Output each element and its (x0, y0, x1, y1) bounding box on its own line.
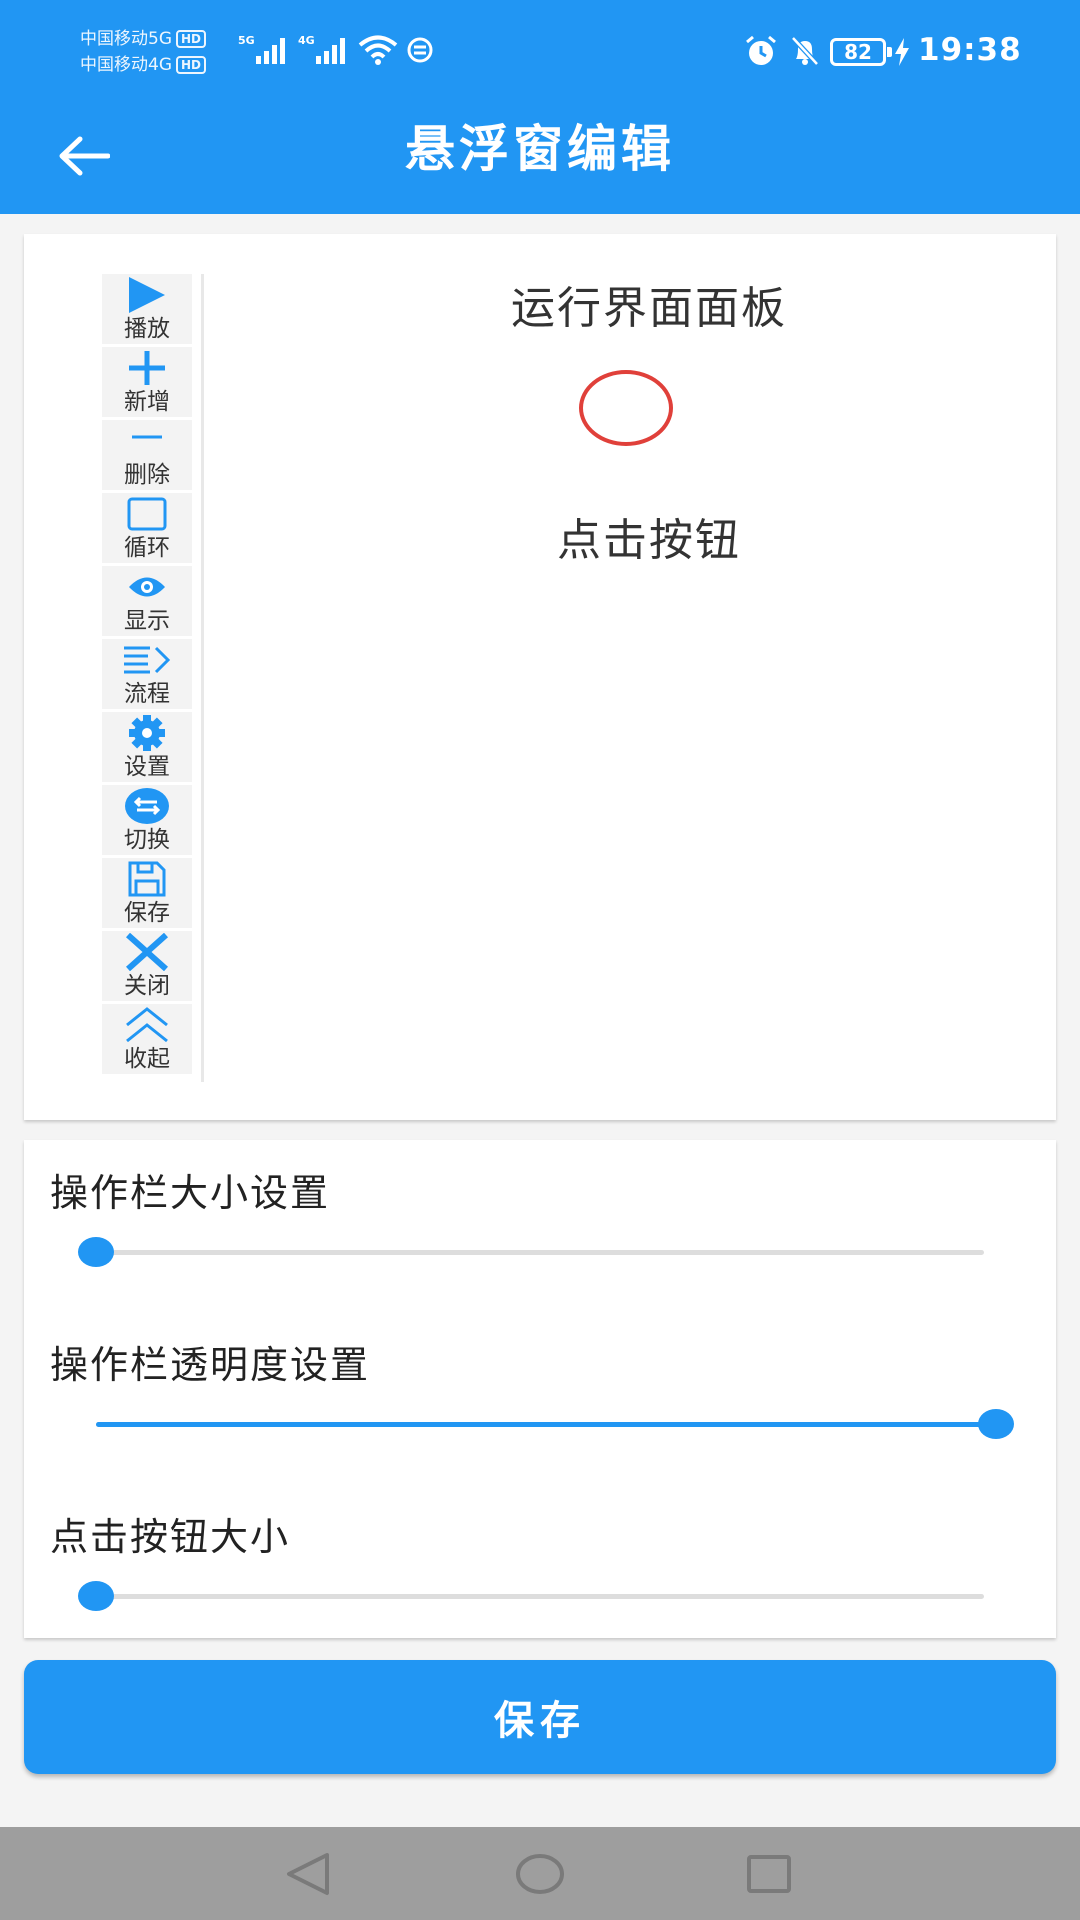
eye-icon (129, 577, 165, 597)
nav-back-button[interactable] (268, 1841, 348, 1907)
wifi-icon (358, 35, 398, 65)
circle-home-icon (516, 1854, 564, 1894)
carrier-info: 中国移动5G HD 中国移动4G HD (80, 26, 207, 78)
page-title: 悬浮窗编辑 (405, 120, 675, 178)
hd-badge-1: HD (176, 30, 207, 48)
floppy-icon (128, 861, 166, 897)
settings-card: 操作栏大小设置 操作栏透明度设置 点击按钮大小 (24, 1140, 1056, 1638)
toolbar-loop-button[interactable]: 循环 (102, 493, 192, 563)
toolbar-settings-button[interactable]: 设置 (102, 712, 192, 782)
system-nav-bar (0, 1827, 1080, 1920)
swap-icon (125, 788, 169, 824)
play-icon (129, 277, 165, 313)
hd-badge-2: HD (176, 56, 207, 74)
slider-track (96, 1594, 984, 1599)
toolbar-show-button[interactable]: 显示 (102, 566, 192, 636)
save-button[interactable]: 保存 (24, 1660, 1056, 1774)
arrow-left-icon (59, 136, 110, 176)
toolbar-add-button[interactable]: 新增 (102, 347, 192, 417)
chevron-double-up-icon (126, 1007, 168, 1043)
toolbar-flow-button[interactable]: 流程 (102, 639, 192, 709)
slider-thumb[interactable] (978, 1409, 1014, 1439)
toolbar-close-button[interactable]: 关闭 (102, 931, 192, 1001)
toolbar-play-button[interactable]: 播放 (102, 274, 192, 344)
app-bar: 悬浮窗编辑 (0, 100, 1080, 214)
nav-recents-button[interactable] (729, 1841, 809, 1907)
panel-title: 运行界面面板 (511, 283, 787, 334)
toolbar-size-label: 操作栏大小设置 (50, 1171, 331, 1215)
toolbar-opacity-label: 操作栏透明度设置 (50, 1343, 371, 1387)
floating-toolbar: 播放 新增 删除 循环 显示 流程 设置 切换 保存 关闭 收起 (78, 274, 204, 1082)
click-button-label: 点击按钮 (557, 515, 741, 566)
toolbar-size-slider[interactable] (78, 1232, 1008, 1272)
click-button-size-label: 点击按钮大小 (50, 1515, 291, 1559)
preview-card: 播放 新增 删除 循环 显示 流程 设置 切换 保存 关闭 收起 运行界面面板 … (24, 234, 1056, 1120)
toolbar-delete-button[interactable]: 删除 (102, 420, 192, 490)
triangle-back-icon (287, 1853, 329, 1895)
list-arrow-icon (124, 646, 171, 674)
carrier-1: 中国移动5G (80, 29, 172, 49)
nfc-icon (407, 37, 433, 63)
battery-icon: 82 (830, 38, 892, 66)
minus-icon (132, 435, 162, 439)
click-target-circle[interactable] (579, 370, 673, 446)
slider-thumb[interactable] (78, 1581, 114, 1611)
toolbar-opacity-slider[interactable] (96, 1404, 1014, 1444)
gear-icon (129, 715, 165, 751)
status-bar: 中国移动5G HD 中国移动4G HD 5G 4G 82 19:38 (0, 0, 1080, 100)
nav-home-button[interactable] (500, 1841, 580, 1907)
toolbar-collapse-button[interactable]: 收起 (102, 1004, 192, 1074)
mute-bell-icon (791, 36, 819, 66)
slider-track (96, 1250, 984, 1255)
slider-fill (96, 1422, 984, 1427)
toolbar-save-button[interactable]: 保存 (102, 858, 192, 928)
slider-thumb[interactable] (78, 1237, 114, 1267)
status-time: 19:38 (918, 32, 1022, 68)
carrier-2: 中国移动4G (80, 55, 172, 75)
top-bar: 中国移动5G HD 中国移动4G HD 5G 4G 82 19:38 悬浮窗编辑 (0, 0, 1080, 214)
square-recents-icon (747, 1855, 791, 1893)
toolbar-switch-button[interactable]: 切换 (102, 785, 192, 855)
back-button[interactable] (48, 120, 120, 192)
close-icon (125, 933, 169, 971)
click-button-size-slider[interactable] (78, 1576, 1008, 1616)
charging-icon (895, 38, 909, 66)
plus-icon (129, 351, 165, 385)
alarm-icon (746, 35, 776, 65)
square-icon (127, 497, 167, 531)
